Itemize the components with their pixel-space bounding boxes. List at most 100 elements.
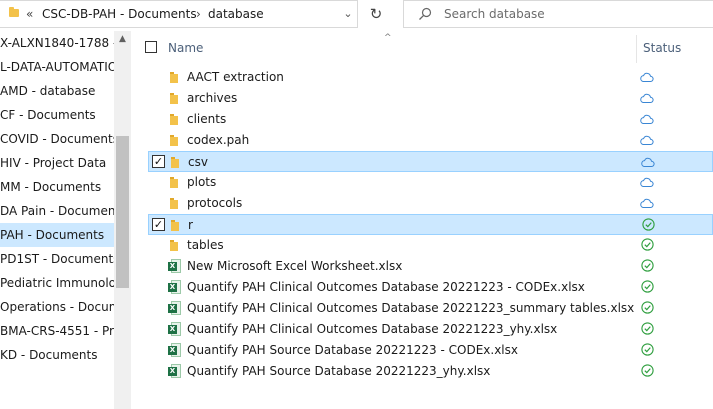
row-checkbox[interactable]: ✓ <box>152 155 165 168</box>
synced-check-icon <box>641 280 654 293</box>
file-row[interactable]: X New Microsoft Excel Worksheet.xlsx <box>148 256 713 277</box>
excel-file-icon: X <box>168 343 181 357</box>
folder-icon <box>171 220 179 231</box>
address-toolbar: « CSC-DB-PAH - Documents › database ⌄ ↻ <box>0 0 713 31</box>
file-row[interactable]: ✓ csv <box>148 151 713 172</box>
nav-item[interactable]: KD - Documents <box>0 343 114 367</box>
synced-check-icon <box>641 343 654 356</box>
file-name[interactable]: csv <box>188 155 208 169</box>
breadcrumb-separator[interactable]: › <box>196 7 201 21</box>
folder-icon <box>170 240 178 251</box>
column-divider[interactable] <box>636 35 637 63</box>
refresh-button[interactable]: ↻ <box>364 1 388 27</box>
scroll-up-icon[interactable]: ▲ <box>114 31 131 48</box>
file-row[interactable]: X Quantify PAH Clinical Outcomes Database… <box>148 319 713 340</box>
file-name[interactable]: tables <box>187 238 224 252</box>
nav-item[interactable]: PD1ST - Documents <box>0 247 119 271</box>
synced-check-icon <box>641 238 654 251</box>
synced-check-icon <box>641 259 654 272</box>
nav-item[interactable]: Operations - Docume <box>0 295 128 319</box>
file-row[interactable]: X Quantify PAH Source Database 20221223 -… <box>148 340 713 361</box>
nav-item[interactable]: CF - Documents <box>0 103 114 127</box>
file-row[interactable]: archives <box>148 88 713 109</box>
column-header: ^ Name Status <box>131 31 713 63</box>
nav-item[interactable]: COVID - Documents <box>0 127 119 151</box>
folder-icon <box>170 72 178 83</box>
cloud-icon <box>641 157 655 167</box>
nav-item[interactable]: DA Pain - Documents <box>0 199 126 223</box>
nav-item[interactable]: X-ALXN1840-1788 - D <box>0 31 130 55</box>
synced-check-icon <box>641 364 654 377</box>
file-row[interactable]: codex.pah <box>148 130 713 151</box>
file-row[interactable]: X Quantify PAH Source Database 20221223_y… <box>148 361 713 382</box>
search-input[interactable] <box>444 6 694 22</box>
file-row[interactable]: ✓ r <box>148 214 713 235</box>
search-box[interactable] <box>403 0 713 28</box>
address-bar[interactable]: « CSC-DB-PAH - Documents › database ⌄ <box>0 0 358 28</box>
cloud-icon <box>640 93 654 103</box>
synced-check-icon <box>641 301 654 314</box>
file-row[interactable]: tables <box>148 235 713 256</box>
excel-file-icon: X <box>168 364 181 378</box>
select-all-checkbox[interactable] <box>145 41 157 53</box>
nav-item[interactable]: Pediatric Immunology <box>0 271 131 295</box>
file-name[interactable]: Quantify PAH Clinical Outcomes Database … <box>187 301 634 315</box>
search-icon <box>419 7 432 20</box>
excel-file-icon: X <box>168 259 181 273</box>
folder-icon <box>170 114 178 125</box>
cloud-icon <box>640 177 654 187</box>
nav-item[interactable]: L-DATA-AUTOMATION <box>0 55 126 79</box>
file-name[interactable]: archives <box>187 91 237 105</box>
chevron-down-icon[interactable]: ⌄ <box>340 7 356 23</box>
file-name[interactable]: clients <box>187 112 226 126</box>
overflow-chevron[interactable]: « <box>26 7 33 21</box>
folder-icon <box>171 157 179 168</box>
synced-check-icon <box>641 322 654 335</box>
folder-icon <box>170 198 178 209</box>
file-list: ^ Name Status AACT extraction archives cli… <box>131 31 713 409</box>
folder-icon <box>9 7 19 17</box>
file-name[interactable]: New Microsoft Excel Worksheet.xlsx <box>187 259 402 273</box>
file-name[interactable]: codex.pah <box>187 133 249 147</box>
cloud-icon <box>640 114 654 124</box>
excel-file-icon: X <box>168 301 181 315</box>
file-name[interactable]: plots <box>187 175 216 189</box>
file-name[interactable]: protocols <box>187 196 242 210</box>
file-name[interactable]: Quantify PAH Source Database 20221223 - … <box>187 343 518 357</box>
nav-item[interactable]: BMA-CRS-4551 - Proj <box>0 319 124 343</box>
file-row[interactable]: clients <box>148 109 713 130</box>
file-name[interactable]: Quantify PAH Clinical Outcomes Database … <box>187 280 585 294</box>
nav-item[interactable]: AMD - database <box>0 79 114 103</box>
excel-file-icon: X <box>168 280 181 294</box>
column-header-name[interactable]: Name <box>168 41 203 55</box>
breadcrumb-library[interactable]: CSC-DB-PAH - Documents <box>42 7 197 21</box>
file-name[interactable]: Quantify PAH Source Database 20221223_yh… <box>187 364 490 378</box>
file-name[interactable]: AACT extraction <box>187 70 284 84</box>
file-name[interactable]: Quantify PAH Clinical Outcomes Database … <box>187 322 557 336</box>
file-row[interactable]: plots <box>148 172 713 193</box>
file-row[interactable]: AACT extraction <box>148 67 713 88</box>
file-row[interactable]: X Quantify PAH Clinical Outcomes Database… <box>148 277 713 298</box>
refresh-icon: ↻ <box>369 5 383 23</box>
navigation-pane: X-ALXN1840-1788 - D L-DATA-AUTOMATION AMD … <box>0 31 131 409</box>
file-row[interactable]: protocols <box>148 193 713 214</box>
synced-check-icon <box>642 218 655 231</box>
sort-indicator-icon: ^ <box>384 33 392 43</box>
file-name[interactable]: r <box>188 218 193 232</box>
folder-icon <box>170 177 178 188</box>
nav-scrollbar[interactable]: ▲ <box>114 31 131 409</box>
file-row[interactable]: X Quantify PAH Clinical Outcomes Database… <box>148 298 713 319</box>
breadcrumb-current-folder[interactable]: database <box>208 7 264 21</box>
column-header-status[interactable]: Status <box>643 41 681 55</box>
nav-item[interactable]: MM - Documents <box>0 175 114 199</box>
folder-icon <box>170 135 178 146</box>
cloud-icon <box>640 135 654 145</box>
folder-icon <box>170 93 178 104</box>
cloud-icon <box>640 72 654 82</box>
cloud-icon <box>640 198 654 208</box>
excel-file-icon: X <box>168 322 181 336</box>
scroll-thumb[interactable] <box>116 136 129 288</box>
row-checkbox[interactable]: ✓ <box>152 218 165 231</box>
nav-item[interactable]: PAH - Documents <box>0 223 114 247</box>
nav-item[interactable]: HIV - Project Data <box>0 151 114 175</box>
